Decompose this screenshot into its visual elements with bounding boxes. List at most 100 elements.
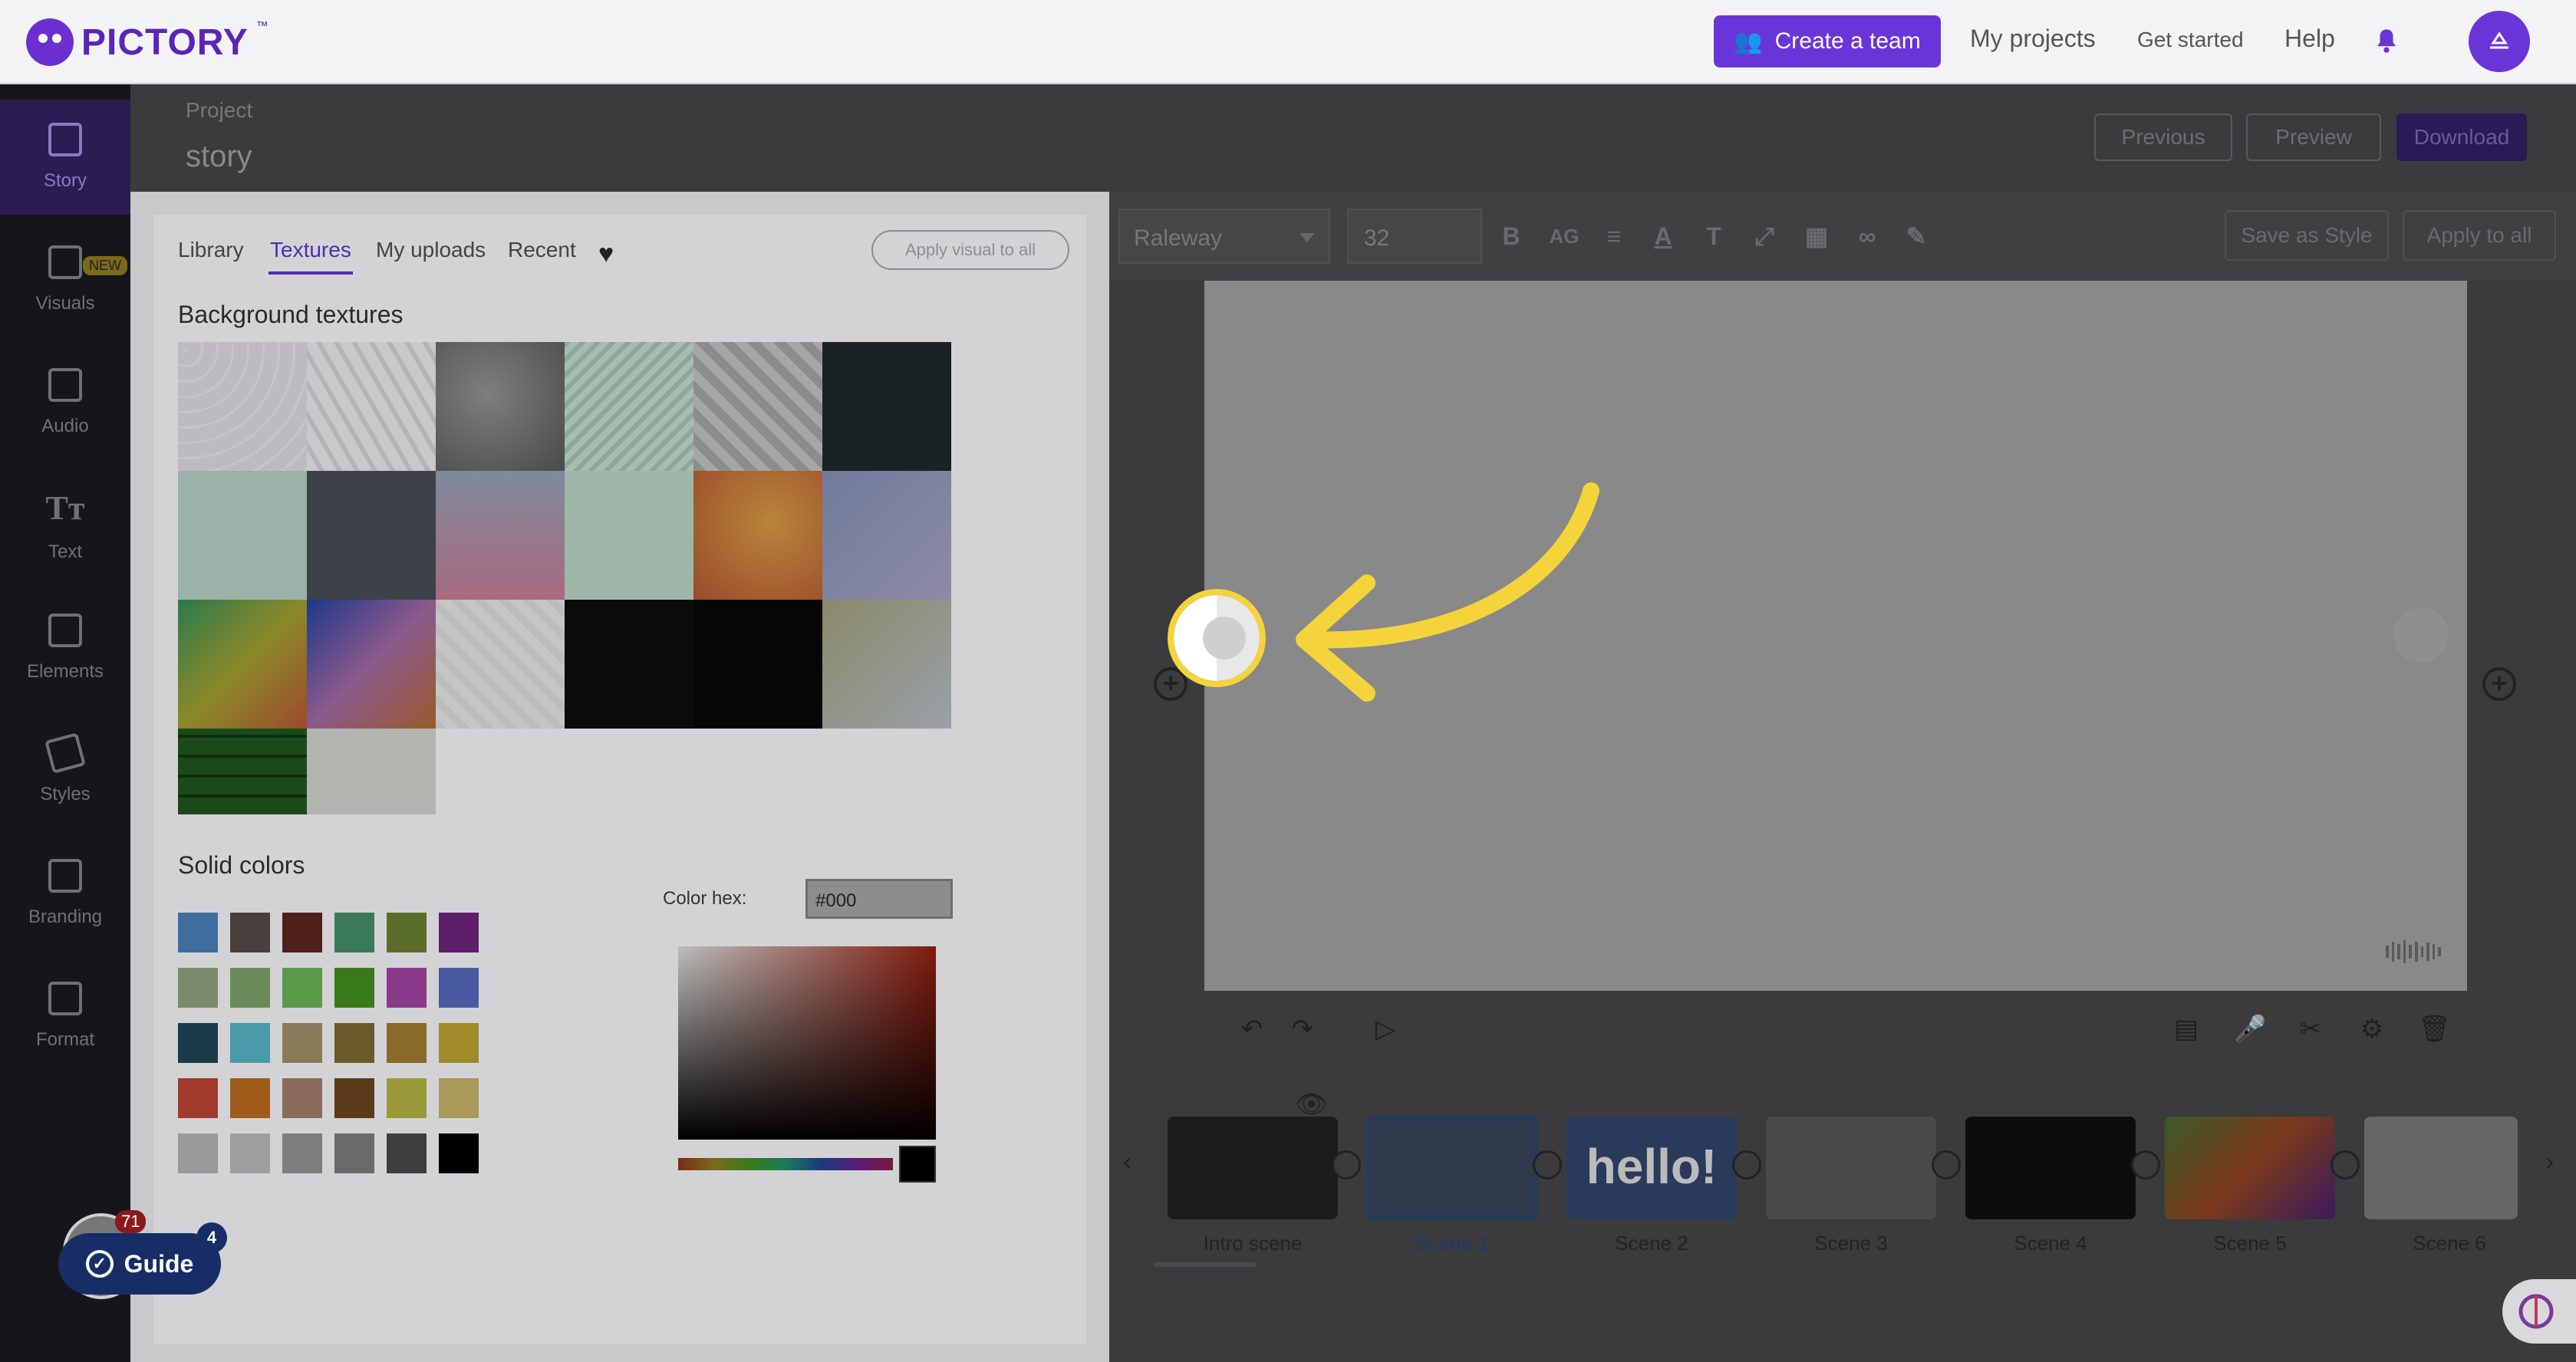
color-swatch[interactable] — [230, 1078, 270, 1118]
timeline-scrollbar[interactable] — [1154, 1262, 1257, 1267]
align-left-icon[interactable]: ≡ — [1599, 221, 1629, 252]
caption-icon[interactable]: ▤ — [2171, 1014, 2202, 1045]
text-color-icon[interactable]: A — [1648, 221, 1678, 252]
scene-canvas[interactable] — [1204, 281, 2467, 991]
scissors-icon[interactable]: ✂ — [2295, 1014, 2326, 1045]
color-swatch[interactable] — [439, 1078, 479, 1118]
sidebar-item-visuals[interactable]: Visuals — [0, 222, 130, 337]
color-swatch[interactable] — [439, 1023, 479, 1063]
texture-tile[interactable] — [178, 471, 307, 600]
sidebar-item-format[interactable]: Format — [0, 959, 130, 1074]
color-swatch[interactable] — [387, 968, 427, 1008]
color-swatch[interactable] — [230, 968, 270, 1008]
all-caps-icon[interactable]: AG — [1545, 221, 1583, 252]
color-swatch[interactable] — [387, 1023, 427, 1063]
apply-visual-to-all-button[interactable]: Apply visual to all — [871, 230, 1069, 270]
add-scene-after-icon[interactable]: + — [2482, 667, 2516, 701]
microphone-icon[interactable]: 🎤 — [2234, 1014, 2266, 1045]
ai-assistant-button[interactable] — [2502, 1279, 2576, 1344]
texture-tile[interactable] — [436, 342, 565, 471]
texture-tile[interactable] — [307, 729, 436, 814]
sidebar-item-elements[interactable]: Elements — [0, 591, 130, 706]
color-swatch[interactable] — [282, 1133, 322, 1173]
download-button[interactable]: Download — [2396, 114, 2527, 161]
texture-tile[interactable] — [178, 729, 307, 814]
get-started-link[interactable]: Get started — [2137, 28, 2244, 52]
texture-tile[interactable] — [178, 342, 307, 471]
tab-my-uploads[interactable]: My uploads — [376, 238, 486, 262]
pictory-logo[interactable]: PICTORY ™ — [26, 15, 268, 69]
color-swatch[interactable] — [282, 1078, 322, 1118]
layers-icon[interactable] — [2131, 1150, 2160, 1179]
font-size-input[interactable]: 32 — [1347, 209, 1482, 264]
tab-recent[interactable]: Recent — [508, 238, 576, 262]
texture-tile[interactable] — [436, 600, 565, 729]
tab-textures[interactable]: Textures — [270, 238, 351, 262]
color-hex-input[interactable]: #000 — [805, 879, 953, 919]
help-link[interactable]: Help — [2284, 25, 2335, 53]
layers-icon[interactable] — [1332, 1150, 1361, 1179]
texture-tile[interactable] — [307, 342, 436, 471]
sidebar-item-audio[interactable]: Audio — [0, 345, 130, 460]
color-swatch[interactable] — [439, 913, 479, 952]
gear-icon[interactable]: ⚙ — [2357, 1014, 2387, 1045]
user-avatar[interactable] — [2469, 11, 2530, 72]
color-swatch[interactable] — [178, 1133, 218, 1173]
texture-tile[interactable] — [178, 600, 307, 729]
texture-tile[interactable] — [693, 342, 822, 471]
color-swatch[interactable] — [178, 1078, 218, 1118]
expand-icon[interactable]: ⤢ — [1749, 221, 1780, 252]
color-swatch[interactable] — [387, 1133, 427, 1173]
texture-tile[interactable] — [693, 471, 822, 600]
timeline-next-icon[interactable]: › — [2545, 1147, 2554, 1177]
scene-thumbnail-4[interactable] — [1965, 1117, 2136, 1219]
bold-icon[interactable]: B — [1496, 221, 1527, 252]
hidden-eye-icon[interactable]: 👁 — [1295, 1089, 1328, 1120]
color-swatch[interactable] — [178, 1023, 218, 1063]
hue-slider[interactable] — [678, 1158, 893, 1170]
color-swatch[interactable] — [178, 968, 218, 1008]
save-as-style-button[interactable]: Save as Style — [2225, 210, 2389, 261]
color-picker-area[interactable] — [678, 946, 936, 1140]
bell-icon[interactable] — [2375, 28, 2398, 54]
heart-icon[interactable]: ♥ — [598, 239, 614, 269]
highlighter-icon[interactable]: ✎ — [1901, 221, 1932, 252]
texture-tile[interactable] — [436, 471, 565, 600]
texture-tile[interactable] — [307, 471, 436, 600]
table-icon[interactable]: ▦ — [1801, 221, 1832, 252]
previous-button[interactable]: Previous — [2094, 114, 2232, 161]
scene-thumbnail-intro[interactable] — [1168, 1117, 1338, 1219]
color-swatch[interactable] — [387, 1078, 427, 1118]
color-swatch[interactable] — [178, 913, 218, 952]
my-projects-link[interactable]: My projects — [1970, 25, 2096, 53]
redo-icon[interactable]: ↷ — [1287, 1014, 1318, 1045]
texture-tile[interactable] — [565, 471, 693, 600]
color-swatch[interactable] — [387, 913, 427, 952]
color-swatch[interactable] — [334, 913, 374, 952]
scene-thumbnail-2[interactable]: hello! — [1566, 1117, 1737, 1219]
link-icon[interactable]: ∞ — [1852, 221, 1883, 252]
layers-icon[interactable] — [2331, 1150, 2360, 1179]
text-size-icon[interactable]: T — [1698, 221, 1729, 252]
scene-thumbnail-1[interactable] — [1367, 1117, 1537, 1219]
layers-icon[interactable] — [1932, 1150, 1961, 1179]
font-family-select[interactable]: Raleway — [1118, 209, 1330, 264]
texture-tile[interactable] — [693, 600, 822, 729]
tab-library[interactable]: Library — [178, 238, 244, 262]
scene-thumbnail-6[interactable] — [2364, 1117, 2518, 1219]
scene-thumbnail-5[interactable] — [2165, 1117, 2335, 1219]
play-icon[interactable]: ▷ — [1370, 1014, 1401, 1045]
undo-icon[interactable]: ↶ — [1237, 1014, 1267, 1045]
apply-to-all-button[interactable]: Apply to all — [2403, 210, 2556, 261]
color-swatch[interactable] — [334, 1078, 374, 1118]
color-swatch[interactable] — [334, 968, 374, 1008]
color-swatch[interactable] — [334, 1023, 374, 1063]
layers-icon[interactable] — [1732, 1150, 1761, 1179]
color-swatch[interactable] — [230, 1133, 270, 1173]
texture-tile[interactable] — [565, 342, 693, 471]
timeline-prev-icon[interactable]: ‹ — [1123, 1147, 1132, 1177]
project-title[interactable]: story — [186, 140, 252, 174]
trash-icon[interactable]: 🗑 — [2418, 1014, 2451, 1045]
sidebar-item-story[interactable]: Story — [0, 100, 130, 215]
color-swatch[interactable] — [282, 1023, 322, 1063]
